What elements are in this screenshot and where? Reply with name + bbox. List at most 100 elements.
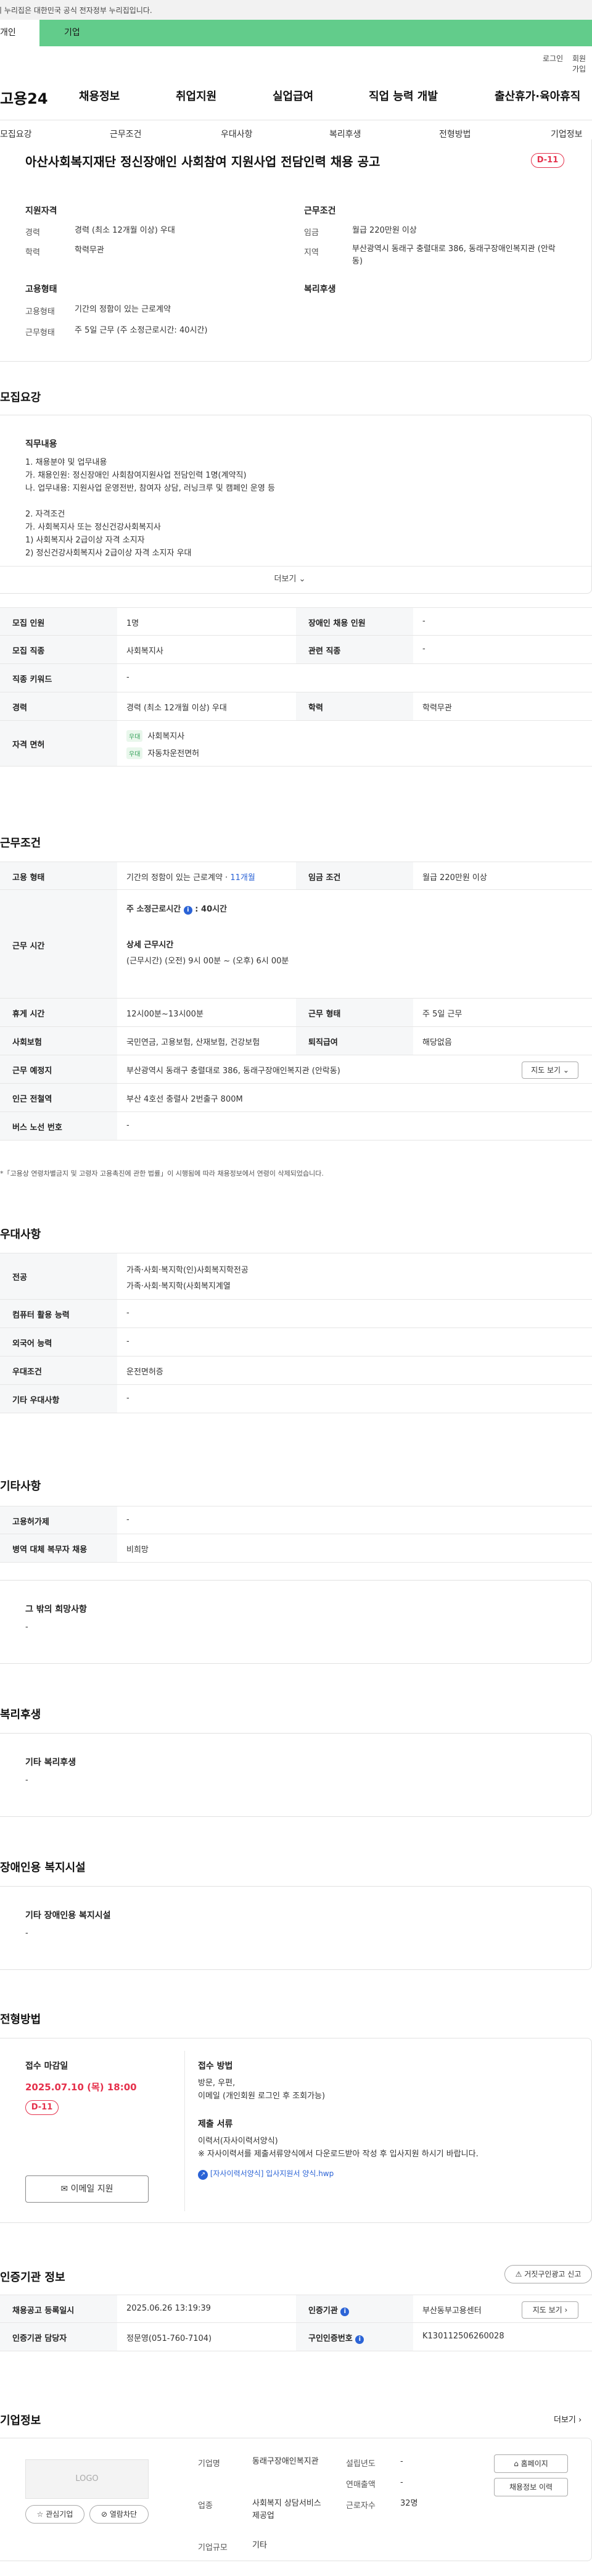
company-name-value: 동래구장애인복지관 bbox=[252, 2457, 319, 2466]
tab-preference[interactable]: 우대사항 bbox=[221, 128, 253, 140]
info-icon[interactable]: i bbox=[340, 2308, 350, 2316]
detail-hours-label: 상세 근무시간 bbox=[126, 941, 174, 950]
resume-file-link[interactable]: ↗ [자사이력서양식] 입사지원서 양식.hwp bbox=[198, 2168, 334, 2180]
process-heading: 전형방법 bbox=[0, 2013, 41, 2026]
table-row: 자격 면허 우대 사회복지사 우대 자동차운전면허 bbox=[0, 721, 592, 767]
table-row: 외국어 능력 - bbox=[0, 1328, 592, 1357]
row-label: 근무 형태 bbox=[308, 1010, 341, 1019]
table-row: 직종 키워드 - bbox=[0, 664, 592, 692]
tab-conditions[interactable]: 근무조건 bbox=[110, 128, 142, 140]
report-label: 거짓구인광고 신고 bbox=[524, 2270, 582, 2279]
divider bbox=[0, 566, 591, 567]
map-button-label: 지도 보기 bbox=[531, 1066, 561, 1074]
major-value: 가족·사회·복지학(사회복지계열 bbox=[126, 1282, 231, 1291]
tab-personal[interactable]: 개인 bbox=[0, 20, 39, 46]
row-label: 사회보험 bbox=[12, 1038, 42, 1047]
nav-job-training[interactable]: 직업 능력 개발 bbox=[369, 88, 438, 104]
info-icon[interactable]: i bbox=[355, 2335, 364, 2344]
tab-company[interactable]: 기업 bbox=[39, 20, 592, 46]
preference-heading: 우대사항 bbox=[0, 1228, 41, 1241]
org-label: 인증기관 bbox=[308, 2306, 338, 2316]
founded-value: - bbox=[400, 2457, 403, 2466]
interest-label: 관심기업 bbox=[46, 2510, 73, 2519]
process-card: 접수 마감일 2025.07.10 (목) 18:00 D-11 ✉ 이메일 지… bbox=[0, 2038, 592, 2223]
row-label: 컴퓨터 활용 능력 bbox=[12, 1311, 70, 1320]
tab-welfare[interactable]: 복리후생 bbox=[329, 128, 361, 140]
nav-unemployment-benefit[interactable]: 실업급여 bbox=[273, 88, 313, 104]
emptype-label: 고용형태 bbox=[25, 307, 55, 317]
site-logo[interactable]: 고용24 bbox=[0, 86, 48, 108]
table-row: 모집 인원 1명 장애인 채용 인원 - bbox=[0, 607, 592, 636]
contract-months: 11개월 bbox=[230, 873, 255, 883]
divider bbox=[184, 2051, 185, 2211]
etc-heading: 기타사항 bbox=[0, 1480, 41, 1493]
row-label: 기타 우대사항 bbox=[12, 1396, 60, 1405]
map-button[interactable]: 지도 보기 › bbox=[522, 2301, 578, 2319]
duty-heading: 직무내용 bbox=[25, 439, 57, 449]
row-value: 12시00분~13시00분 bbox=[126, 1010, 204, 1019]
table-row: 기타 우대사항 - bbox=[0, 1385, 592, 1413]
recruit-heading: 모집요강 bbox=[0, 391, 41, 404]
row-label: 인증기관 담당자 bbox=[12, 2334, 67, 2343]
nav-jobs[interactable]: 채용정보 bbox=[79, 88, 120, 104]
job-history-button[interactable]: 채용정보 이력 bbox=[494, 2478, 568, 2496]
email-apply-button[interactable]: ✉ 이메일 지원 bbox=[25, 2175, 149, 2203]
tab-personal-label: 개인 bbox=[0, 28, 16, 38]
nav-maternity-leave[interactable]: 출산휴가·육아휴직 bbox=[495, 88, 580, 104]
career-label: 경력 bbox=[25, 228, 40, 238]
row-value: 2025.06.26 13:19:39 bbox=[126, 2304, 211, 2313]
wage-label: 임금 bbox=[304, 228, 319, 238]
report-false-ad-button[interactable]: ⚠ 거짓구인광고 신고 bbox=[504, 2265, 592, 2283]
row-value: 정문영(051-760-7104) bbox=[126, 2334, 212, 2343]
wage-value: 월급 220만원 이상 bbox=[352, 226, 417, 235]
table-row: 버스 노선 번호 - bbox=[0, 1112, 592, 1141]
method-value: 방문, 우편, 이메일 (개인회원 로그인 후 조회가능) bbox=[198, 2079, 326, 2101]
row-value: 비희망 bbox=[126, 1545, 149, 1555]
table-row: 고용 형태 기간의 정함이 있는 근로계약 · 11개월 임금 조건 월급 22… bbox=[0, 862, 592, 890]
row-value: - bbox=[126, 1308, 130, 1318]
weekly-hours-label: 주 소정근로시간 bbox=[126, 905, 181, 914]
map-button[interactable]: 지도 보기 ⌄ bbox=[522, 1062, 578, 1079]
company-more-link[interactable]: 더보기 › bbox=[554, 2413, 582, 2425]
deadline-value: 2025.07.10 (목) 18:00 bbox=[25, 2082, 137, 2093]
row-label: 학력 bbox=[308, 704, 323, 713]
table-row: 모집 직종 사회복지사 관련 직종 - bbox=[0, 636, 592, 664]
row-value: 부산 4호선 충렬사 2번출구 800M bbox=[126, 1095, 243, 1104]
home-icon: ⌂ bbox=[514, 2459, 519, 2468]
row-label: 우대조건 bbox=[12, 1368, 42, 1377]
more-button[interactable]: 더보기 ⌄ bbox=[0, 567, 591, 593]
company-heading: 기업정보 bbox=[0, 2414, 41, 2427]
welfare-box-heading: 기타 복리후생 bbox=[25, 1758, 76, 1768]
row-value: - bbox=[126, 1337, 130, 1346]
table-row: 고용허가제 - bbox=[0, 1506, 592, 1534]
gov-strip-text: 이 누리집은 대한민국 공식 전자정부 누리집입니다. bbox=[0, 6, 152, 15]
info-icon[interactable]: i bbox=[183, 906, 192, 915]
size-label: 기업규모 bbox=[198, 2543, 228, 2553]
table-row: 인근 전철역 부산 4호선 충렬사 2번출구 800M bbox=[0, 1084, 592, 1112]
duty-text: 1. 채용분야 및 업무내용 가. 채용인원: 정신장애인 사회참여지원사업 전… bbox=[25, 458, 275, 558]
weekly-hours-value: 40시간 bbox=[201, 905, 228, 914]
detail-hours-value: (근무시간) (오전) 9시 00분 ~ (오후) 6시 00분 bbox=[126, 957, 289, 966]
conditions-section-heading: 근무조건 bbox=[0, 837, 41, 850]
nav-employment-support[interactable]: 취업지원 bbox=[176, 88, 216, 104]
region-value: 부산광역시 동래구 충렬대로 386, 동래구장애인복지관 (안락동) bbox=[352, 244, 556, 266]
welfare-heading-summary: 복리후생 bbox=[304, 285, 336, 294]
block-view-button[interactable]: ⊘ 열람차단 bbox=[89, 2505, 149, 2524]
welfare-heading: 복리후생 bbox=[0, 1708, 41, 1721]
table-row: 사회보험 국민연금, 고용보험, 산재보험, 건강보험 퇴직급여 해당없음 bbox=[0, 1027, 592, 1055]
row-value: - bbox=[126, 1394, 130, 1403]
gov-strip: 이 누리집은 대한민국 공식 전자정부 누리집입니다. bbox=[0, 0, 592, 20]
interest-company-button[interactable]: ☆ 관심기업 bbox=[25, 2505, 84, 2524]
license-item: 우대 사회복지사 bbox=[126, 729, 184, 742]
homepage-button[interactable]: ⌂ 홈페이지 bbox=[494, 2454, 568, 2473]
tab-recruit[interactable]: 모집요강 bbox=[0, 128, 32, 140]
row-label: 직종 키워드 bbox=[12, 675, 52, 684]
tab-process[interactable]: 전형방법 bbox=[439, 128, 471, 140]
row-value: 사회복지사 bbox=[126, 647, 163, 656]
certification-heading: 인증기관 정보 bbox=[0, 2271, 65, 2284]
row-label: 인증기관 i bbox=[308, 2304, 350, 2316]
row-label: 경력 bbox=[12, 704, 27, 713]
emptype-value: 기간의 정함이 있는 근로계약 bbox=[75, 305, 171, 314]
tab-company-info[interactable]: 기업정보 bbox=[551, 128, 583, 140]
login-link[interactable]: 로그인 bbox=[543, 53, 563, 64]
